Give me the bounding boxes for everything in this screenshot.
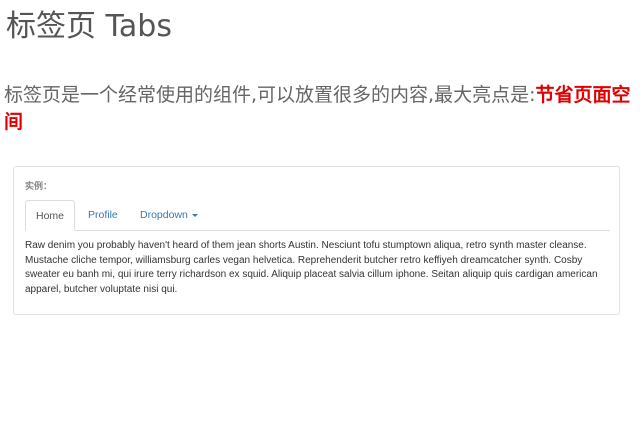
- tab-content: Raw denim you probably haven't heard of …: [25, 240, 598, 295]
- tab-dropdown[interactable]: Dropdown: [140, 200, 198, 231]
- caret-down-icon: [191, 213, 198, 217]
- intro-paragraph: 标签页是一个经常使用的组件,可以放置很多的内容,最大亮点是:节省页面空间: [4, 82, 636, 136]
- tab-dropdown-label: Dropdown: [140, 209, 188, 221]
- example-panel: 实例： Home Profile Dropdown Raw denim you …: [13, 166, 620, 315]
- tab-profile[interactable]: Profile: [88, 200, 118, 231]
- tab-home[interactable]: Home: [25, 200, 75, 231]
- intro-text: 标签页是一个经常使用的组件,可以放置很多的内容,最大亮点是:: [4, 84, 536, 106]
- tab-bar: Home Profile Dropdown: [25, 200, 610, 231]
- example-label: 实例：: [25, 182, 53, 192]
- page-title: 标签页 Tabs: [6, 9, 172, 44]
